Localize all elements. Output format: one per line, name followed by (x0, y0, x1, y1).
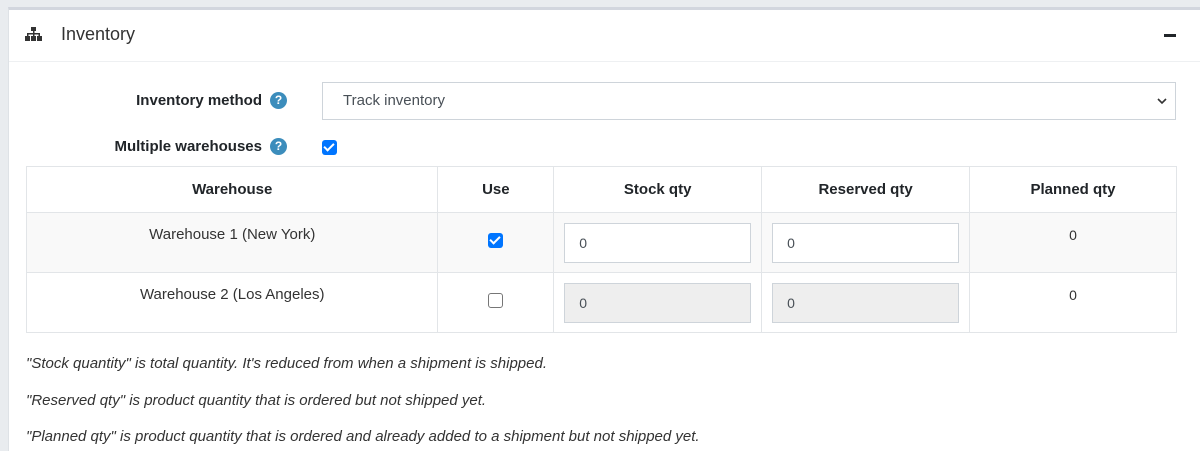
stock-qty-cell (553, 272, 763, 333)
multiple-warehouses-row: Multiple warehouses ? (9, 138, 287, 155)
stock-qty-cell (553, 212, 763, 273)
reserved-qty-input[interactable] (772, 222, 960, 263)
sitemap-icon (25, 27, 42, 41)
warehouse-name: Warehouse 1 (New York) (25, 212, 439, 273)
inventory-method-label: Inventory method (136, 92, 262, 109)
col-header-use: Use (437, 166, 555, 213)
minus-icon[interactable] (1164, 25, 1178, 45)
planned-qty: 0 (969, 212, 1177, 273)
reserved-qty-cell (761, 212, 970, 273)
use-cell (437, 212, 555, 273)
chevron-down-icon (1157, 98, 1167, 105)
stock-qty-input[interactable] (564, 282, 752, 323)
col-header-planned-qty: Planned qty (969, 166, 1177, 213)
table-row: Warehouse 2 (Los Angeles) 0 (25, 272, 1177, 333)
col-header-warehouse: Warehouse (25, 166, 439, 213)
warehouse-name: Warehouse 2 (Los Angeles) (25, 272, 439, 333)
inventory-method-row: Inventory method ? (9, 92, 287, 109)
use-checkbox[interactable] (488, 233, 504, 248)
panel-header[interactable]: Inventory (9, 10, 1200, 62)
warehouse-table: Warehouse Use Stock qty Reserved qty Pla… (25, 166, 1177, 333)
panel-title: Inventory (61, 24, 136, 44)
help-icon[interactable]: ? (270, 138, 287, 155)
note-stock-quantity: "Stock quantity" is total quantity. It's… (26, 355, 548, 372)
inventory-panel: Inventory Inventory method ? Track inven… (8, 7, 1200, 451)
multiple-warehouses-checkbox[interactable] (322, 140, 337, 155)
planned-qty: 0 (969, 272, 1177, 333)
note-planned-qty: "Planned qty" is product quantity that i… (26, 428, 700, 445)
inventory-method-value: Track inventory (343, 92, 445, 109)
stock-qty-input[interactable] (564, 222, 752, 263)
help-icon[interactable]: ? (270, 92, 287, 109)
use-checkbox[interactable] (488, 293, 504, 308)
col-header-reserved-qty: Reserved qty (761, 166, 970, 213)
table-row: Warehouse 1 (New York) 0 (25, 212, 1177, 273)
note-reserved-qty: "Reserved qty" is product quantity that … (26, 392, 487, 409)
col-header-stock-qty: Stock qty (553, 166, 763, 213)
use-cell (437, 272, 555, 333)
inventory-method-select[interactable]: Track inventory (322, 82, 1176, 120)
reserved-qty-cell (761, 272, 970, 333)
reserved-qty-input[interactable] (772, 282, 960, 323)
multiple-warehouses-label: Multiple warehouses (114, 138, 262, 155)
